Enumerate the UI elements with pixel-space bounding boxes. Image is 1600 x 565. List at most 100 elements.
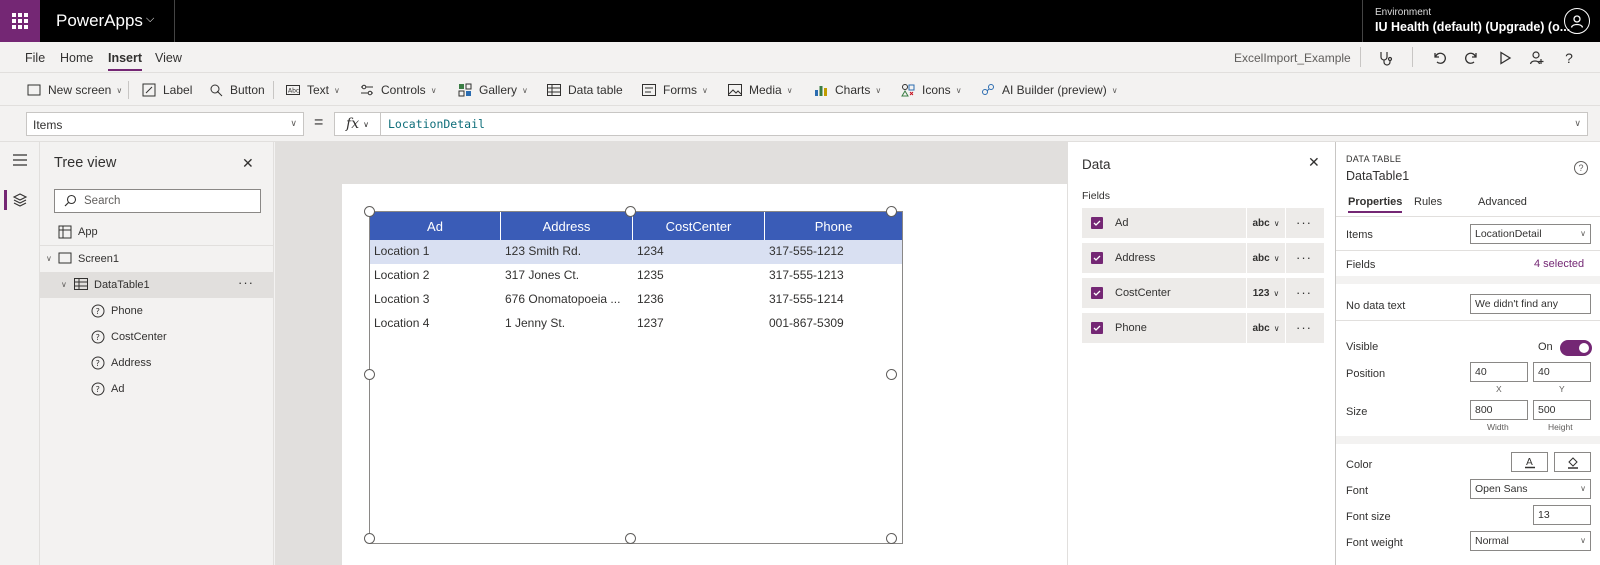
tree-item-ad[interactable]: ? Ad: [40, 376, 273, 402]
column-header[interactable]: Address: [501, 212, 633, 240]
forms-menu-button[interactable]: Forms ∨: [641, 81, 708, 99]
layers-icon[interactable]: [10, 190, 30, 210]
field-type-dropdown[interactable]: abc ∨: [1246, 313, 1286, 343]
field-row-ad[interactable]: Ad abc ∨ ···: [1082, 208, 1324, 238]
chevron-down-icon[interactable]: ∨: [1574, 118, 1581, 129]
resize-handle[interactable]: [886, 206, 897, 217]
table-row[interactable]: Location 4 1 Jenny St. 1237 001-867-5309: [370, 312, 902, 336]
tree-item-costcenter[interactable]: ? CostCenter: [40, 324, 273, 350]
size-height-input[interactable]: 500: [1533, 400, 1591, 420]
field-type-dropdown[interactable]: 123 ∨: [1246, 278, 1286, 308]
insert-button-button[interactable]: Button: [208, 81, 265, 99]
tab-rules[interactable]: Rules: [1414, 196, 1442, 208]
chevron-down-icon[interactable]: ⌵: [146, 13, 154, 26]
text-color-button[interactable]: A: [1511, 452, 1548, 472]
field-row-costcenter[interactable]: CostCenter 123 ∨ ···: [1082, 278, 1324, 308]
resize-handle[interactable]: [886, 533, 897, 544]
tree-item-phone[interactable]: ? Phone: [40, 298, 273, 324]
text-menu-button[interactable]: Abc Text ∨: [285, 81, 340, 99]
more-options-icon[interactable]: ···: [1296, 320, 1312, 335]
fx-button[interactable]: fx ∨: [335, 113, 381, 135]
position-x-input[interactable]: 40: [1470, 362, 1528, 382]
property-dropdown[interactable]: Items ∨: [26, 112, 304, 136]
close-icon[interactable]: ✕: [242, 155, 254, 172]
more-options-icon[interactable]: ···: [1296, 250, 1312, 265]
resize-handle[interactable]: [886, 369, 897, 380]
more-options-icon[interactable]: ···: [1296, 215, 1312, 230]
data-table[interactable]: Ad Address CostCenter Phone Location 1 1…: [369, 211, 903, 544]
share-user-icon[interactable]: [1526, 47, 1548, 69]
field-type-dropdown[interactable]: abc ∨: [1246, 208, 1286, 238]
table-row[interactable]: Location 3 676 Onomatopoeia ... 1236 317…: [370, 288, 902, 312]
play-icon[interactable]: [1494, 47, 1516, 69]
fill-color-button[interactable]: [1554, 452, 1591, 472]
resize-handle[interactable]: [364, 206, 375, 217]
environment-value[interactable]: IU Health (default) (Upgrade) (o...: [1375, 20, 1570, 34]
no-data-text-input[interactable]: We didn't find any: [1470, 294, 1591, 314]
tree-item-app[interactable]: App: [40, 219, 273, 245]
help-icon[interactable]: ?: [1558, 47, 1580, 69]
help-icon[interactable]: ?: [1574, 161, 1588, 175]
tree-item-datatable1[interactable]: ∨ DataTable1 ···: [40, 272, 273, 298]
font-weight-dropdown[interactable]: Normal ∨: [1470, 531, 1591, 551]
chevron-down-icon[interactable]: ∨: [61, 280, 67, 289]
tree-item-address[interactable]: ? Address: [40, 350, 273, 376]
screen-canvas[interactable]: Ad Address CostCenter Phone Location 1 1…: [342, 184, 1067, 565]
font-dropdown[interactable]: Open Sans ∨: [1470, 479, 1591, 499]
field-checkbox[interactable]: [1091, 287, 1103, 299]
tab-advanced[interactable]: Advanced: [1478, 196, 1527, 208]
tab-view[interactable]: View: [155, 51, 182, 65]
tab-home[interactable]: Home: [60, 51, 93, 65]
resize-handle[interactable]: [625, 206, 636, 217]
formula-text[interactable]: LocationDetail: [388, 117, 485, 131]
more-options-icon[interactable]: ···: [238, 275, 254, 290]
undo-icon[interactable]: [1428, 47, 1450, 69]
charts-menu-button[interactable]: Charts ∨: [813, 81, 881, 99]
tab-properties[interactable]: Properties: [1348, 196, 1403, 213]
column-header[interactable]: CostCenter: [633, 212, 765, 240]
table-row[interactable]: Location 2 317 Jones Ct. 1235 317-555-12…: [370, 264, 902, 288]
items-dropdown[interactable]: LocationDetail ∨: [1470, 224, 1591, 244]
tab-insert[interactable]: Insert: [108, 51, 143, 71]
redo-icon[interactable]: [1461, 47, 1483, 69]
new-screen-button[interactable]: New screen ∨: [26, 81, 122, 99]
ai-builder-menu-button[interactable]: AI Builder (preview) ∨: [980, 81, 1118, 99]
control-name[interactable]: DataTable1: [1346, 169, 1409, 183]
more-options-icon[interactable]: ···: [1296, 285, 1312, 300]
field-row-address[interactable]: Address abc ∨ ···: [1082, 243, 1324, 273]
insert-label-button[interactable]: Label: [141, 81, 192, 99]
visible-toggle[interactable]: [1560, 340, 1592, 356]
search-input[interactable]: Search: [54, 189, 261, 213]
formula-input[interactable]: fx ∨ LocationDetail ∨: [334, 112, 1588, 136]
media-menu-button[interactable]: Media ∨: [727, 81, 793, 99]
resize-handle[interactable]: [364, 533, 375, 544]
data-table-button[interactable]: Data table: [546, 81, 623, 99]
column-header[interactable]: Ad: [370, 212, 501, 240]
avatar[interactable]: [1564, 8, 1590, 34]
close-icon[interactable]: ✕: [1308, 154, 1320, 171]
icons-menu-button[interactable]: Icons ∨: [900, 81, 962, 99]
column-header[interactable]: Phone: [765, 212, 902, 240]
field-type-dropdown[interactable]: abc ∨: [1246, 243, 1286, 273]
field-checkbox[interactable]: [1091, 217, 1103, 229]
field-row-phone[interactable]: Phone abc ∨ ···: [1082, 313, 1324, 343]
field-checkbox[interactable]: [1091, 322, 1103, 334]
tree-item-screen1[interactable]: ∨ Screen1: [40, 246, 273, 272]
gallery-menu-button[interactable]: Gallery ∨: [457, 81, 528, 99]
fields-selected-link[interactable]: 4 selected: [1534, 258, 1584, 270]
hamburger-icon[interactable]: [10, 150, 30, 170]
tab-file[interactable]: File: [25, 51, 45, 65]
font-size-input[interactable]: 13: [1533, 505, 1591, 525]
resize-handle[interactable]: [364, 369, 375, 380]
size-width-input[interactable]: 800: [1470, 400, 1528, 420]
app-name[interactable]: PowerApps: [56, 11, 143, 31]
chevron-down-icon[interactable]: ∨: [46, 254, 52, 263]
position-y-input[interactable]: 40: [1533, 362, 1591, 382]
controls-menu-button[interactable]: Controls ∨: [359, 81, 437, 99]
app-launcher-button[interactable]: [0, 0, 40, 42]
stethoscope-icon[interactable]: [1374, 47, 1396, 69]
field-checkbox[interactable]: [1091, 252, 1103, 264]
table-row[interactable]: Location 1 123 Smith Rd. 1234 317-555-12…: [370, 240, 902, 264]
environment-picker[interactable]: Environment IU Health (default) (Upgrade…: [1362, 0, 1570, 42]
resize-handle[interactable]: [625, 533, 636, 544]
